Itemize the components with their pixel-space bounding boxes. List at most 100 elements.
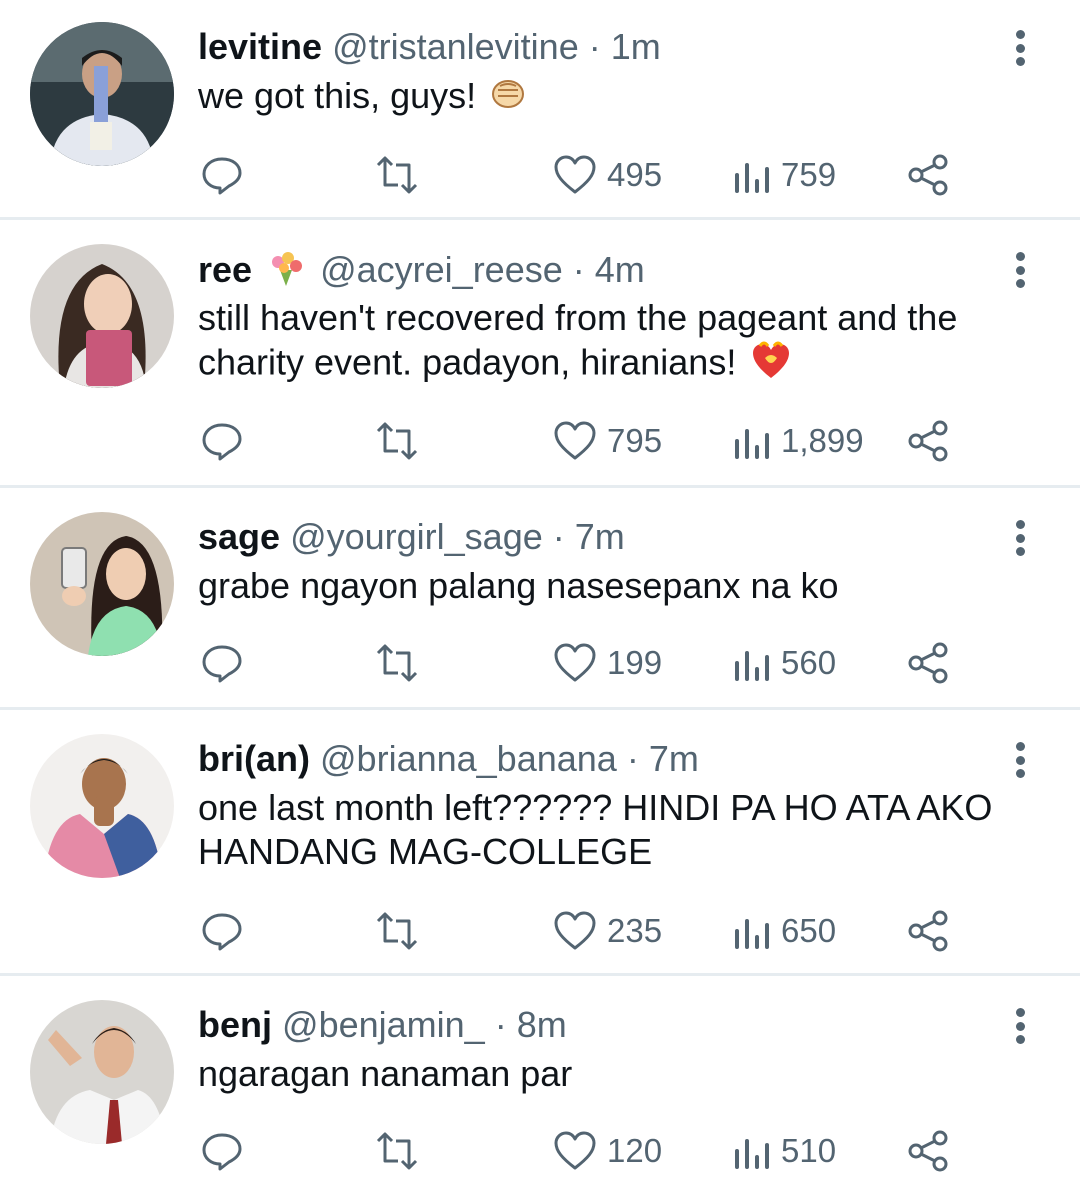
tweet-text: still haven't recovered from the pageant… <box>198 296 1058 390</box>
view-count: 1,899 <box>781 422 864 459</box>
timestamp[interactable]: 7m <box>575 516 625 557</box>
tweet-header: sage @yourgirl_sage · 7m <box>198 516 625 558</box>
share-button[interactable] <box>906 906 950 956</box>
display-name[interactable]: ree <box>198 249 252 290</box>
retweet-button[interactable] <box>370 906 424 956</box>
avatar[interactable] <box>30 1000 174 1144</box>
tweet[interactable]: levitine @tristanlevitine · 1m we got th… <box>0 0 1080 220</box>
tweet[interactable]: sage @yourgirl_sage · 7m grabe ngayon pa… <box>0 488 1080 710</box>
more-options-icon[interactable] <box>1005 740 1035 780</box>
like-button[interactable]: 235 <box>553 906 662 956</box>
avatar[interactable] <box>30 734 174 878</box>
retweet-button[interactable] <box>370 150 424 200</box>
share-button[interactable] <box>906 1126 950 1176</box>
heart-icon <box>554 911 596 950</box>
separator-dot: · <box>494 1004 507 1045</box>
timestamp[interactable]: 4m <box>595 249 645 290</box>
display-name[interactable]: bri(an) <box>198 738 310 779</box>
share-icon <box>908 420 948 462</box>
more-options-icon[interactable] <box>1005 518 1035 558</box>
like-count: 199 <box>607 644 663 681</box>
timestamp[interactable]: 8m <box>517 1004 567 1045</box>
reply-button[interactable] <box>200 416 244 466</box>
analytics-icon <box>735 651 769 681</box>
reply-icon <box>202 423 242 461</box>
view-count: 560 <box>781 644 837 681</box>
like-count: 795 <box>607 422 663 459</box>
user-handle[interactable]: @acyrei_reese <box>320 249 563 290</box>
more-options-icon[interactable] <box>1005 28 1035 68</box>
user-handle[interactable]: @benjamin_ <box>282 1004 485 1045</box>
share-icon <box>908 910 948 952</box>
reply-button[interactable] <box>200 638 244 688</box>
reply-icon <box>202 157 242 195</box>
heart-on-fire-emoji-icon <box>750 340 792 390</box>
share-icon <box>908 154 948 196</box>
views-button[interactable]: 650 <box>733 906 836 956</box>
tweet-text: we got this, guys! <box>198 74 1058 120</box>
separator-dot: · <box>626 738 639 779</box>
display-name[interactable]: benj <box>198 1004 272 1045</box>
views-button[interactable]: 759 <box>733 150 836 200</box>
tweet-body: still haven't recovered from the pageant… <box>198 297 958 383</box>
retweet-button[interactable] <box>370 638 424 688</box>
like-button[interactable]: 120 <box>553 1126 662 1176</box>
separator-dot: · <box>552 516 565 557</box>
like-button[interactable]: 199 <box>553 638 662 688</box>
retweet-button[interactable] <box>370 416 424 466</box>
views-button[interactable]: 560 <box>733 638 836 688</box>
user-handle[interactable]: @tristanlevitine <box>332 26 579 67</box>
share-button[interactable] <box>906 638 950 688</box>
tweet-actions: 199 560 <box>0 638 1080 688</box>
tweet[interactable]: ree @acyrei_reese · 4m still haven't rec… <box>0 220 1080 488</box>
like-button[interactable]: 795 <box>553 416 662 466</box>
retweet-icon <box>376 422 418 460</box>
retweet-icon <box>376 644 418 682</box>
tweet-body: ngaragan nanaman par <box>198 1053 573 1094</box>
tweet[interactable]: benj @benjamin_ · 8m ngaragan nanaman pa… <box>0 976 1080 1192</box>
tweet-body: we got this, guys! <box>198 75 477 116</box>
display-name[interactable]: sage <box>198 516 280 557</box>
tweet-header: ree @acyrei_reese · 4m <box>198 248 645 297</box>
reply-button[interactable] <box>200 906 244 956</box>
user-handle[interactable]: @brianna_banana <box>320 738 617 779</box>
views-button[interactable]: 1,899 <box>733 416 864 466</box>
retweet-icon <box>376 912 418 950</box>
tweet-actions: 235 650 <box>0 906 1080 956</box>
like-count: 495 <box>607 156 663 193</box>
reply-button[interactable] <box>200 150 244 200</box>
like-button[interactable]: 495 <box>553 150 662 200</box>
tweet[interactable]: bri(an) @brianna_banana · 7m one last mo… <box>0 710 1080 976</box>
more-options-icon[interactable] <box>1005 250 1035 290</box>
tweet-actions: 120 510 <box>0 1126 1080 1176</box>
tweet-text: grabe ngayon palang nasesepanx na ko <box>198 564 1058 608</box>
view-count: 510 <box>781 1132 837 1169</box>
display-name[interactable]: levitine <box>198 26 322 67</box>
reply-icon <box>202 913 242 951</box>
views-button[interactable]: 510 <box>733 1126 836 1176</box>
tweet-body: grabe ngayon palang nasesepanx na ko <box>198 565 839 606</box>
share-button[interactable] <box>906 150 950 200</box>
like-count: 235 <box>607 912 663 949</box>
analytics-icon <box>735 429 769 459</box>
timestamp[interactable]: 1m <box>611 26 661 67</box>
share-icon <box>908 642 948 684</box>
reply-icon <box>202 1133 242 1171</box>
avatar[interactable] <box>30 512 174 656</box>
view-count: 650 <box>781 912 837 949</box>
heart-icon <box>554 155 596 194</box>
more-options-icon[interactable] <box>1005 1006 1035 1046</box>
user-handle[interactable]: @yourgirl_sage <box>290 516 543 557</box>
retweet-icon <box>376 1132 418 1170</box>
analytics-icon <box>735 919 769 949</box>
tweet-header: bri(an) @brianna_banana · 7m <box>198 738 699 780</box>
timestamp[interactable]: 7m <box>649 738 699 779</box>
avatar[interactable] <box>30 244 174 388</box>
retweet-button[interactable] <box>370 1126 424 1176</box>
tweet-text: one last month left?????? HINDI PA HO AT… <box>198 786 1058 874</box>
avatar[interactable] <box>30 22 174 166</box>
reply-icon <box>202 645 242 683</box>
fist-emoji-icon <box>490 76 526 120</box>
share-button[interactable] <box>906 416 950 466</box>
reply-button[interactable] <box>200 1126 244 1176</box>
